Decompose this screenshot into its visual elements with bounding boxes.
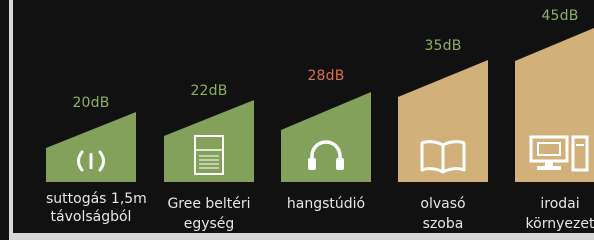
whisper-waves-icon xyxy=(77,150,105,172)
level-whisper: 20dB suttogás 1,5m távolságból xyxy=(46,0,147,240)
caption-line-1: Gree beltéri xyxy=(167,196,251,212)
caption-line-1: suttogás 1,5m xyxy=(46,191,147,207)
caption-line-1: irodai xyxy=(540,196,580,212)
db-label: 35dB xyxy=(424,38,462,54)
level-studio: 28dB hangstúdió xyxy=(281,0,371,240)
left-frame-border xyxy=(0,0,13,240)
caption-line-2: környezet xyxy=(525,216,594,232)
caption-line-2: szoba xyxy=(422,216,464,232)
open-book-icon xyxy=(420,140,466,174)
office-computer-icon xyxy=(529,135,589,172)
db-label: 28dB xyxy=(307,68,345,84)
level-reading-room: 35dB olvasó szoba xyxy=(398,0,488,240)
caption-line-2: egység xyxy=(183,216,235,232)
caption-line-1: hangstúdió xyxy=(286,196,366,212)
headphones-icon xyxy=(308,140,344,170)
db-label: 20dB xyxy=(72,95,110,111)
db-label: 22dB xyxy=(190,83,228,99)
db-label: 45dB xyxy=(541,8,579,24)
caption-line-2: távolságból xyxy=(50,209,132,225)
indoor-unit-icon xyxy=(194,135,224,175)
level-indoor-unit: 22dB Gree beltéri egység xyxy=(164,0,254,240)
level-office: 45dB irodai környezet xyxy=(515,0,594,240)
caption-line-1: olvasó xyxy=(420,196,466,212)
